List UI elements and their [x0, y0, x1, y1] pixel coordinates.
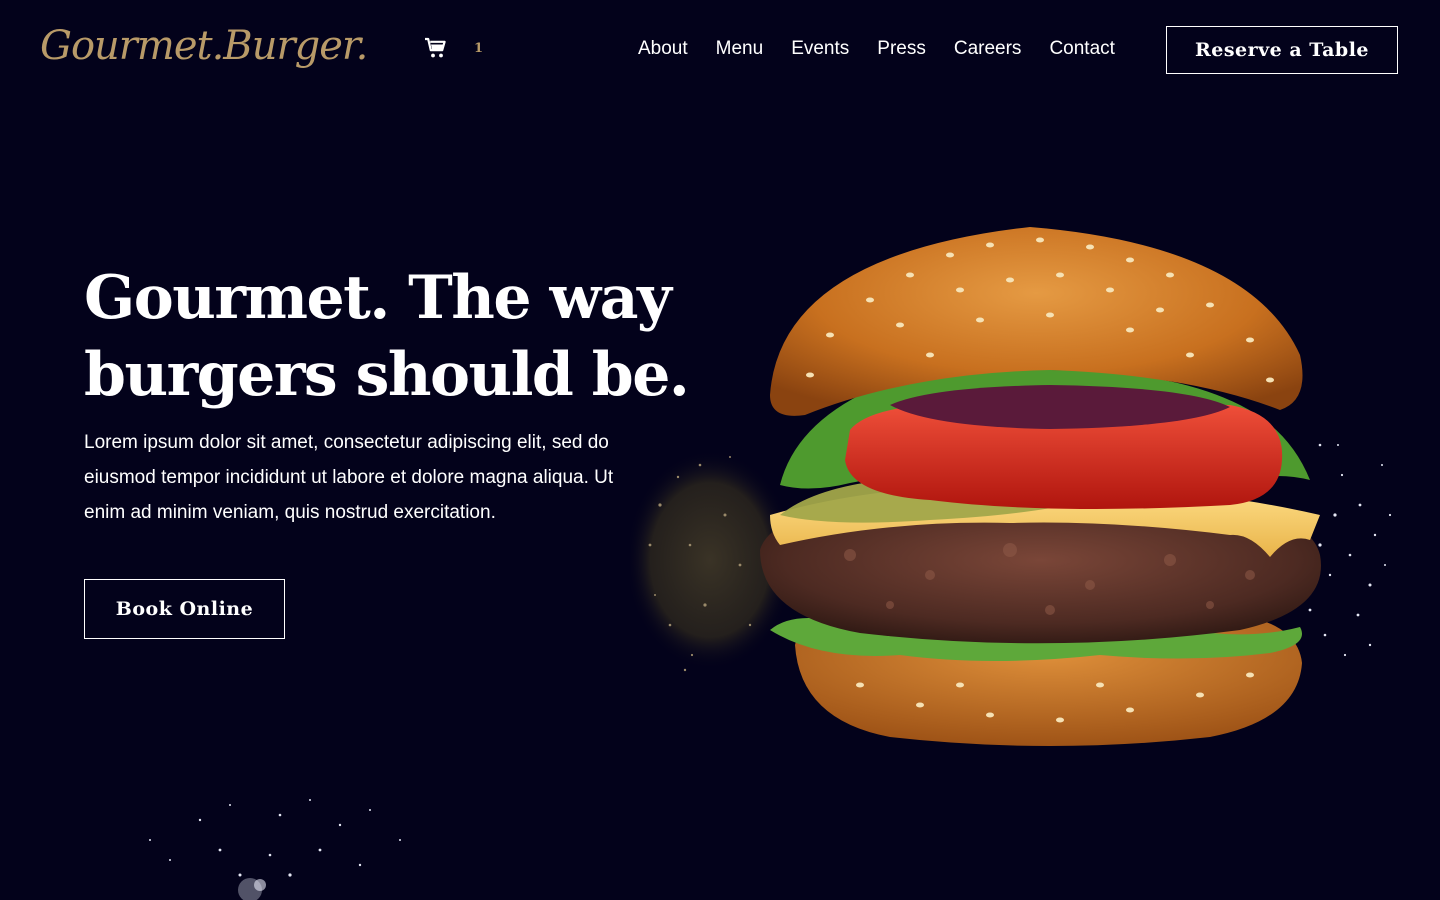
hero-headline: Gourmet. The way burgers should be.	[84, 260, 690, 414]
salt-scatter-decoration	[149, 799, 401, 900]
cart-link[interactable]: 1	[424, 36, 483, 60]
hero-headline-line-2: burgers should be.	[84, 340, 690, 410]
nav-item-press[interactable]: Press	[863, 36, 940, 62]
nav-item-contact[interactable]: Contact	[1035, 36, 1128, 62]
nav-item-careers[interactable]: Careers	[940, 36, 1036, 62]
nav-item-about[interactable]: About	[624, 36, 702, 62]
shopping-cart-icon	[425, 37, 446, 58]
hero-headline-line-1: Gourmet. The way	[84, 263, 672, 333]
cart-count-badge: 1	[474, 40, 484, 56]
book-online-button[interactable]: Book Online	[84, 579, 285, 639]
brand-logo[interactable]: Gourmet.Burger.	[40, 14, 368, 78]
burger-image	[630, 227, 1392, 746]
nav-item-menu[interactable]: Menu	[702, 36, 778, 62]
nav-item-events[interactable]: Events	[777, 36, 863, 62]
reserve-table-button[interactable]: Reserve a Table	[1166, 26, 1398, 74]
salt-specks	[1308, 443, 1392, 657]
hero-description: Lorem ipsum dolor sit amet, consectetur …	[84, 432, 614, 523]
main-nav: About Menu Events Press Careers Contact	[624, 36, 1129, 62]
